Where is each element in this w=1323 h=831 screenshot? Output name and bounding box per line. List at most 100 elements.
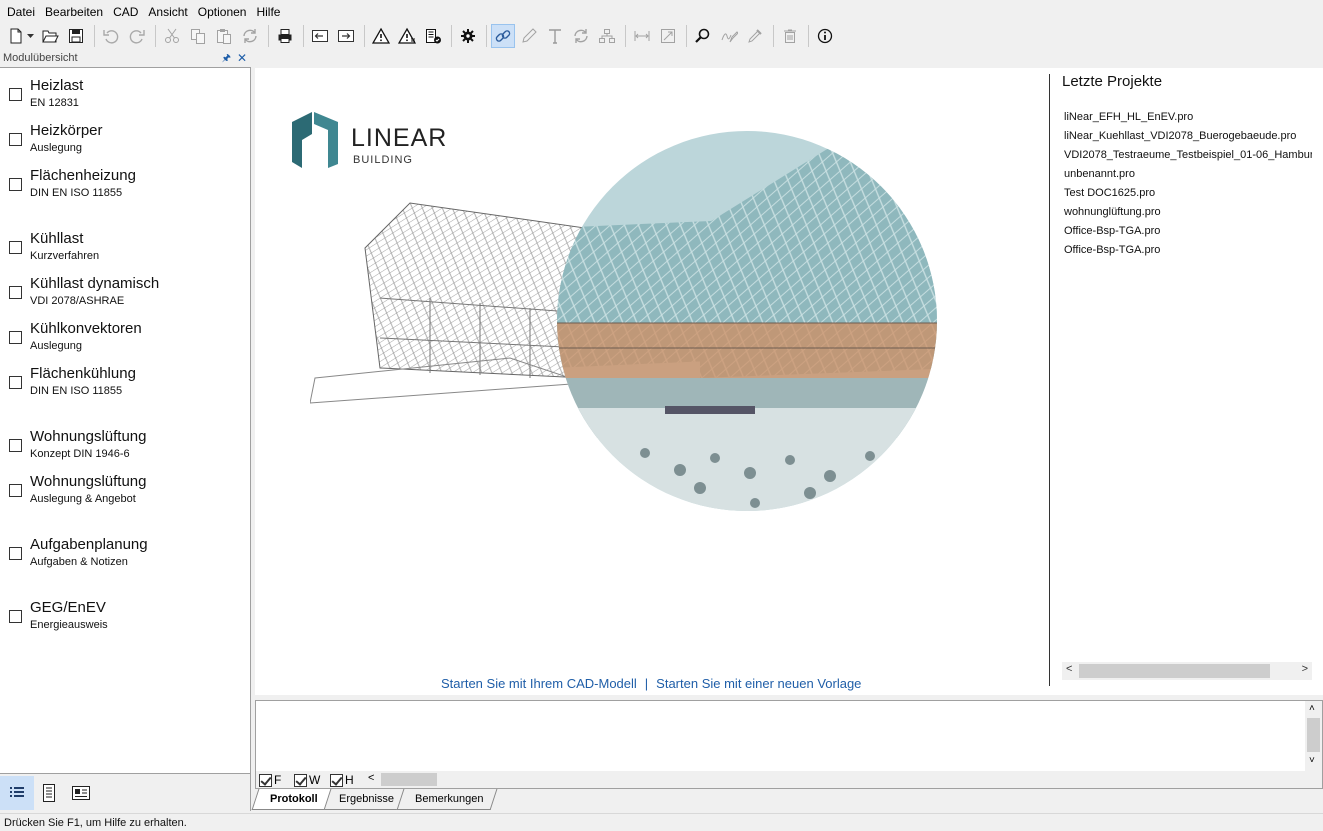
module-subtitle: VDI 2078/ASHRAE — [30, 295, 125, 307]
recent-horizontal-scrollbar[interactable]: < > — [1062, 662, 1312, 680]
recent-project-item[interactable]: unbenannt.pro — [1064, 166, 1312, 185]
print-button[interactable] — [273, 24, 297, 48]
save-button[interactable] — [64, 24, 88, 48]
copy-button[interactable] — [186, 24, 210, 48]
scroll-left-icon[interactable]: < — [368, 772, 374, 784]
close-icon[interactable]: ✕ — [237, 50, 247, 66]
recent-project-item[interactable]: VDI2078_Testraeume_Testbeispiel_01-06_Ha… — [1064, 147, 1312, 166]
recent-project-item[interactable]: wohnunglüftung.pro — [1064, 204, 1312, 223]
tab-bemerkungen[interactable]: Bemerkungen — [396, 789, 497, 810]
menu-optionen[interactable]: Optionen — [193, 1, 252, 21]
module-checkbox[interactable] — [9, 484, 22, 497]
module-heizkoerper[interactable]: Heizkörper Auslegung — [0, 117, 249, 157]
document-view-button[interactable] — [32, 776, 66, 810]
resize-button[interactable] — [656, 24, 680, 48]
module-title: Heizkörper — [30, 122, 103, 139]
tab-ergebnisse[interactable]: Ergebnisse — [320, 789, 408, 810]
scroll-right-icon[interactable]: > — [1302, 663, 1308, 675]
rotate-button[interactable] — [569, 24, 593, 48]
paste-button[interactable] — [212, 24, 236, 48]
new-document-dropdown[interactable] — [27, 33, 35, 39]
warning-button[interactable] — [369, 24, 393, 48]
card-view-button[interactable] — [64, 776, 98, 810]
module-aufgabenplanung[interactable]: Aufgabenplanung Aufgaben & Notizen — [0, 531, 249, 571]
search-button[interactable] — [691, 24, 715, 48]
module-checkbox[interactable] — [9, 241, 22, 254]
export-button[interactable] — [334, 24, 358, 48]
scrollbar-thumb[interactable] — [381, 773, 437, 786]
signature-button[interactable] — [717, 24, 741, 48]
link-button[interactable] — [491, 24, 515, 48]
menu-datei[interactable]: Datei — [2, 1, 40, 21]
filter-label: W — [309, 773, 321, 787]
delete-button[interactable] — [778, 24, 802, 48]
module-kuehlkonvektoren[interactable]: Kühlkonvektoren Auslegung — [0, 315, 249, 355]
toolbar-separator — [94, 25, 95, 47]
filter-w-checkbox[interactable]: W — [294, 773, 320, 787]
module-checkbox[interactable] — [9, 547, 22, 560]
cut-button[interactable] — [160, 24, 184, 48]
recent-project-item[interactable]: Office-Bsp-TGA.pro — [1064, 242, 1312, 261]
import-button[interactable] — [308, 24, 332, 48]
dimension-button[interactable] — [630, 24, 654, 48]
text-button[interactable] — [543, 24, 567, 48]
open-button[interactable] — [38, 24, 62, 48]
resize-icon — [661, 29, 675, 43]
info-button[interactable] — [813, 24, 837, 48]
undo-button[interactable] — [99, 24, 123, 48]
module-wohnungslueftung-konzept[interactable]: Wohnungslüftung Konzept DIN 1946-6 — [0, 423, 249, 463]
module-checkbox[interactable] — [9, 286, 22, 299]
menu-bearbeiten[interactable]: Bearbeiten — [40, 1, 108, 21]
module-checkbox[interactable] — [9, 88, 22, 101]
menu-cad[interactable]: CAD — [108, 1, 143, 21]
warning-list-button[interactable] — [395, 24, 419, 48]
module-flaechenkuehlung[interactable]: Flächenkühlung DIN EN ISO 11855 — [0, 360, 249, 400]
module-heizlast[interactable]: Heizlast EN 12831 — [0, 72, 249, 112]
hierarchy-button[interactable] — [595, 24, 619, 48]
module-kuehllast-dynamisch[interactable]: Kühllast dynamisch VDI 2078/ASHRAE — [0, 270, 249, 310]
check-report-button[interactable] — [421, 24, 445, 48]
recent-project-item[interactable]: liNear_Kuehllast_VDI2078_Buerogebaeude.p… — [1064, 128, 1312, 147]
start-cad-link[interactable]: Starten Sie mit Ihrem CAD-Modell — [441, 676, 637, 691]
redo-button[interactable] — [125, 24, 149, 48]
refresh-button[interactable] — [238, 24, 262, 48]
tab-protokoll[interactable]: Protokoll — [251, 789, 332, 810]
module-checkbox[interactable] — [9, 331, 22, 344]
filter-f-checkbox[interactable]: F — [259, 773, 281, 787]
start-template-link[interactable]: Starten Sie mit einer neuen Vorlage — [656, 676, 861, 691]
menu-hilfe[interactable]: Hilfe — [251, 1, 285, 21]
pin-icon[interactable]: 🖈 — [222, 51, 231, 67]
module-geg-enev[interactable]: GEG/EnEV Energieausweis — [0, 594, 249, 634]
link-icon — [495, 30, 511, 42]
filter-h-checkbox[interactable]: H — [330, 773, 354, 787]
eyedropper-button[interactable] — [743, 24, 767, 48]
checkbox-checked-icon — [330, 773, 343, 787]
scrollbar-thumb[interactable] — [1079, 664, 1270, 678]
module-subtitle: EN 12831 — [30, 97, 79, 109]
scrollbar-thumb[interactable] — [1307, 718, 1320, 752]
log-horizontal-scrollbar[interactable]: < — [366, 771, 1306, 788]
text-icon — [549, 29, 561, 44]
scroll-left-icon[interactable]: < — [1066, 663, 1072, 675]
module-checkbox[interactable] — [9, 133, 22, 146]
menu-ansicht[interactable]: Ansicht — [143, 1, 192, 21]
list-view-button[interactable] — [0, 776, 34, 810]
checkbox-checked-icon — [294, 773, 307, 787]
new-document-button[interactable] — [4, 24, 28, 48]
module-flaechenheizung[interactable]: Flächenheizung DIN EN ISO 11855 — [0, 162, 249, 202]
recent-project-item[interactable]: liNear_EFH_HL_EnEV.pro — [1064, 109, 1312, 128]
recent-project-item[interactable]: Office-Bsp-TGA.pro — [1064, 223, 1312, 242]
module-checkbox[interactable] — [9, 439, 22, 452]
module-checkbox[interactable] — [9, 610, 22, 623]
module-title: Kühlkonvektoren — [30, 320, 142, 337]
pencil-button[interactable] — [517, 24, 541, 48]
scroll-up-icon[interactable]: ˄ — [1309, 703, 1315, 714]
scroll-down-icon[interactable]: ˅ — [1309, 755, 1315, 766]
module-kuehllast[interactable]: Kühllast Kurzverfahren — [0, 225, 249, 265]
module-wohnungslueftung-auslegung[interactable]: Wohnungslüftung Auslegung & Angebot — [0, 468, 249, 508]
log-vertical-scrollbar[interactable]: ˄ ˅ — [1305, 701, 1322, 771]
recent-project-item[interactable]: Test DOC1625.pro — [1064, 185, 1312, 204]
module-checkbox[interactable] — [9, 178, 22, 191]
settings-button[interactable] — [456, 24, 480, 48]
module-checkbox[interactable] — [9, 376, 22, 389]
